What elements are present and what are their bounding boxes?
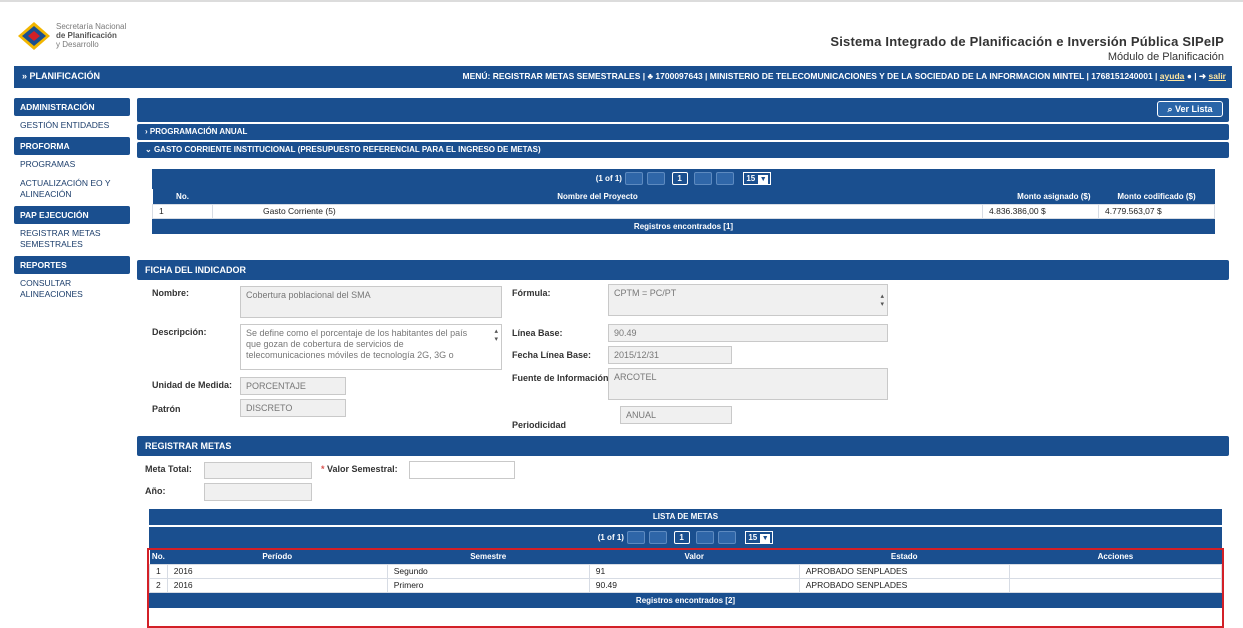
fuente-field[interactable]: ARCOTEL: [608, 368, 888, 400]
periodicidad-label: Periodicidad: [512, 420, 567, 430]
sidebar-head-proforma[interactable]: PROFORMA: [14, 137, 130, 155]
senplades-logo-icon: [18, 22, 50, 50]
metas-paginator: (1 of 1) 1 15 ▼: [149, 527, 1222, 549]
linea-base-field[interactable]: 90.49: [608, 324, 888, 342]
scroll-arrows-icon[interactable]: ▴ ▾: [494, 328, 498, 344]
toolbar: ⌕ Ver Lista: [137, 98, 1229, 122]
sidebar-item-gestion-entidades[interactable]: GESTIÓN ENTIDADES: [14, 116, 130, 135]
descripcion-text: Se define como el porcentaje de los habi…: [246, 328, 468, 360]
unidad-label: Unidad de Medida:: [152, 380, 233, 390]
proyectos-footer: Registros encontrados [1]: [152, 218, 1215, 234]
logo-line-2: de Planificación: [56, 31, 117, 40]
meta-total-label: Meta Total:: [145, 464, 192, 474]
periodicidad-field[interactable]: ANUAL: [620, 406, 732, 424]
proyectos-grid: No. Nombre del Proyecto Monto asignado (…: [152, 189, 1215, 219]
page-size-select[interactable]: 15 ▼: [743, 172, 772, 186]
col-no[interactable]: No.: [152, 189, 213, 204]
patron-label: Patrón: [152, 404, 181, 414]
page-size-select[interactable]: 15 ▼: [745, 531, 774, 545]
fecha-linea-base-label: Fecha Línea Base:: [512, 350, 592, 360]
panel-programacion-anual[interactable]: › PROGRAMACIÓN ANUAL: [137, 124, 1229, 140]
cell-asignado: 4.836.386,00 $: [982, 203, 1099, 219]
valor-semestral-input[interactable]: [409, 461, 515, 479]
next-page-button[interactable]: [693, 172, 712, 186]
fecha-linea-base-field[interactable]: 2015/12/31: [608, 346, 732, 364]
page-info: (1 of 1): [597, 533, 624, 542]
prev-page-button[interactable]: [649, 531, 668, 545]
ver-lista-button[interactable]: ⌕ Ver Lista: [1157, 101, 1223, 117]
formula-label: Fórmula:: [512, 288, 551, 298]
menu-text: MENÚ: REGISTRAR METAS SEMESTRALES | ♣ 17…: [462, 71, 1160, 81]
prev-page-button[interactable]: [647, 172, 666, 186]
sidebar: ADMINISTRACIÓN GESTIÓN ENTIDADES PROFORM…: [14, 96, 130, 304]
main-content: ⌕ Ver Lista › PROGRAMACIÓN ANUAL ⌄ GASTO…: [137, 96, 1232, 626]
next-page-button[interactable]: [695, 531, 714, 545]
top-nav-bar: » PLANIFICACIÓN MENÚ: REGISTRAR METAS SE…: [14, 66, 1232, 88]
current-page[interactable]: 1: [671, 172, 688, 186]
sidebar-item-consultar[interactable]: CONSULTAR ALINEACIONES: [14, 274, 130, 304]
cell-no: 1: [152, 203, 213, 219]
formula-field[interactable]: CPTM = PC/PT ▴ ▾: [608, 284, 888, 316]
table-row[interactable]: 1 Gasto Corriente (5) 4.836.386,00 $ 4.7…: [152, 203, 1215, 219]
first-page-button[interactable]: [625, 172, 644, 186]
metas-title-bar: LISTA DE METAS: [149, 509, 1222, 525]
fuente-label: Fuente de Información:: [512, 373, 612, 383]
linea-base-label: Línea Base:: [512, 328, 563, 338]
nombre-label: Nombre:: [152, 288, 190, 298]
app-frame: Secretaría Nacional de Planificación y D…: [0, 0, 1243, 628]
col-nombre[interactable]: Nombre del Proyecto: [212, 189, 983, 204]
cell-nombre: Gasto Corriente (5): [212, 203, 983, 219]
ficha-header: FICHA DEL INDICADOR: [137, 260, 1229, 280]
help-icon: ●: [1186, 71, 1192, 81]
nombre-field[interactable]: Cobertura poblacional del SMA: [240, 286, 502, 318]
unidad-field[interactable]: PORCENTAJE: [240, 377, 346, 395]
header: Secretaría Nacional de Planificación y D…: [14, 14, 1232, 64]
highlight-box: [147, 548, 1224, 628]
panel-gasto-corriente[interactable]: ⌄ GASTO CORRIENTE INSTITUCIONAL (PRESUPU…: [137, 142, 1229, 158]
proyectos-table: (1 of 1) 1 15 ▼ No. Nombre del Proyecto M…: [152, 169, 1215, 234]
proyectos-paginator: (1 of 1) 1 15 ▼: [152, 169, 1215, 189]
current-page[interactable]: 1: [673, 531, 690, 545]
sidebar-item-registrar-metas[interactable]: REGISTRAR METAS SEMESTRALES: [14, 224, 130, 254]
logo-line-3: y Desarrollo: [56, 40, 99, 49]
scroll-arrows-icon[interactable]: ▴ ▾: [880, 293, 884, 309]
last-page-button[interactable]: [718, 531, 737, 545]
meta-total-field[interactable]: [204, 462, 312, 479]
expand-icon: ⌄: [145, 145, 154, 154]
anio-field[interactable]: [204, 483, 312, 501]
page-info: (1 of 1): [595, 174, 622, 183]
col-asignado[interactable]: Monto asignado ($): [982, 189, 1099, 204]
sidebar-head-reportes[interactable]: REPORTES: [14, 256, 130, 274]
logout-link[interactable]: salir: [1209, 71, 1227, 81]
module-name: Módulo de Planificación: [1107, 51, 1224, 63]
sidebar-item-programas[interactable]: PROGRAMAS: [14, 155, 130, 174]
formula-text: CPTM = PC/PT: [614, 288, 677, 298]
sidebar-head-administracion[interactable]: ADMINISTRACIÓN: [14, 98, 130, 116]
system-title: Sistema Integrado de Planificación e Inv…: [830, 34, 1224, 49]
first-page-button[interactable]: [627, 531, 646, 545]
anio-label: Año:: [145, 486, 166, 496]
arrow-icon: »: [22, 71, 30, 81]
last-page-button[interactable]: [716, 172, 735, 186]
patron-field[interactable]: DISCRETO: [240, 399, 346, 417]
logo-line-1: Secretaría Nacional: [56, 22, 127, 31]
valor-semestral-label: * Valor Semestral:: [321, 464, 398, 474]
menu-info: MENÚ: REGISTRAR METAS SEMESTRALES | ♣ 17…: [462, 71, 1227, 81]
help-link[interactable]: ayuda: [1160, 71, 1185, 81]
sidebar-item-actualizacion[interactable]: ACTUALIZACIÓN EO Y ALINEACIÓN: [14, 174, 130, 204]
section-title[interactable]: » PLANIFICACIÓN: [22, 71, 100, 81]
sidebar-head-pap[interactable]: PAP EJECUCIÓN: [14, 206, 130, 224]
dropdown-icon: ▼: [760, 534, 771, 545]
logout-icon: ➜: [1199, 71, 1207, 81]
required-mark: *: [321, 464, 325, 474]
cell-codificado: 4.779.563,07 $: [1098, 203, 1215, 219]
descripcion-label: Descripción:: [152, 327, 207, 337]
col-codificado[interactable]: Monto codificado ($): [1098, 189, 1215, 204]
dropdown-icon: ▼: [758, 175, 769, 186]
logo-text: Secretaría Nacional de Planificación y D…: [56, 22, 126, 49]
search-icon: ⌕: [1167, 104, 1175, 114]
registrar-header: REGISTRAR METAS: [137, 436, 1229, 456]
descripcion-field[interactable]: Se define como el porcentaje de los habi…: [240, 324, 502, 370]
